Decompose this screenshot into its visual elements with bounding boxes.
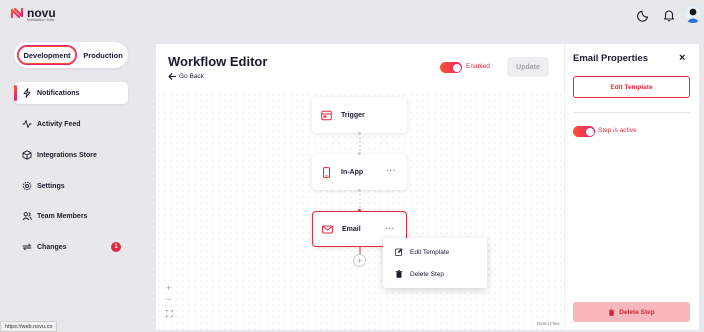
node-context-menu: Edit Template Delete Step [383,238,487,288]
environment-production-button[interactable]: Production [80,45,126,65]
bell-icon[interactable] [662,8,676,22]
context-delete-step[interactable]: Delete Step [383,264,487,284]
delete-step-button[interactable]: Delete Step [573,302,690,322]
box-icon [22,150,32,160]
sync-icon [22,243,32,251]
panel-title: Email Properties [573,53,648,64]
edit-icon [395,248,403,256]
zoom-out-button[interactable]: − [166,294,171,304]
delete-step-label: Delete Step [619,308,655,316]
mobile-icon [323,166,330,178]
context-item-label: Edit Template [410,248,450,256]
sidebar-item-label: Integrations Store [37,151,97,159]
zoom-in-button[interactable]: + [166,283,171,293]
novu-logo-icon [10,7,24,19]
add-step-button[interactable]: + [353,254,366,267]
node-menu-button[interactable]: ··· [386,224,396,233]
changes-count-badge: 1 [111,242,121,252]
fit-view-icon[interactable] [166,310,173,317]
sidebar-item-label: Notifications [37,89,80,97]
workflow-node-in-app[interactable]: In-App ··· [312,154,407,190]
step-active-label: Step is active [598,127,637,134]
lightning-icon [23,88,31,98]
brand-tagline: Notification Infra [27,18,55,22]
close-panel-button[interactable]: × [679,52,685,64]
user-avatar-icon [684,5,702,23]
workflow-node-trigger[interactable]: Trigger [312,97,407,133]
sidebar-item-integrations-store[interactable]: Integrations Store [14,144,128,166]
top-bar: novu Notification Infra [0,0,704,32]
gear-icon [22,181,32,191]
node-menu-button[interactable]: ··· [387,166,397,175]
node-handle[interactable] [358,152,361,155]
users-icon [22,212,32,221]
trigger-icon [321,110,332,120]
node-handle[interactable] [358,189,361,192]
node-label: In-App [341,168,364,176]
trash-icon [395,270,403,278]
sidebar-item-label: Team Members [37,212,88,220]
sidebar-item-label: Changes [37,243,67,251]
activity-icon [22,120,32,128]
moon-icon[interactable] [637,8,651,22]
node-handle[interactable] [358,132,361,135]
context-edit-template[interactable]: Edit Template [383,242,487,262]
trash-icon [608,308,615,316]
environment-switch: Development Production [14,42,128,68]
status-bar-url: https://web.novu.co [0,321,58,332]
sidebar-item-team-members[interactable]: Team Members [14,205,128,227]
brand-name: novu [27,6,56,20]
avatar[interactable] [684,5,702,23]
mail-icon [322,225,333,233]
node-label: Email [342,225,361,233]
context-item-label: Delete Step [410,270,444,278]
email-properties-panel: Email Properties × Edit Template Step is… [564,44,699,330]
sidebar-item-label: Settings [37,182,65,190]
workflow-canvas[interactable]: Workflow Editor Go Back Enabled Update T… [156,44,564,330]
step-active-toggle[interactable] [573,126,595,137]
sidebar-item-settings[interactable]: Settings [14,175,128,197]
sidebar-item-notifications[interactable]: Notifications [14,82,128,104]
environment-development-button[interactable]: Development [17,45,77,65]
node-label: Trigger [341,111,365,119]
edit-template-button[interactable]: Edit Template [573,76,690,98]
sidebar-item-activity-feed[interactable]: Activity Feed [14,113,128,135]
react-flow-attribution[interactable]: React Flow [537,321,560,326]
node-handle[interactable] [358,209,361,212]
divider [573,112,690,113]
sidebar-item-label: Activity Feed [37,120,81,128]
